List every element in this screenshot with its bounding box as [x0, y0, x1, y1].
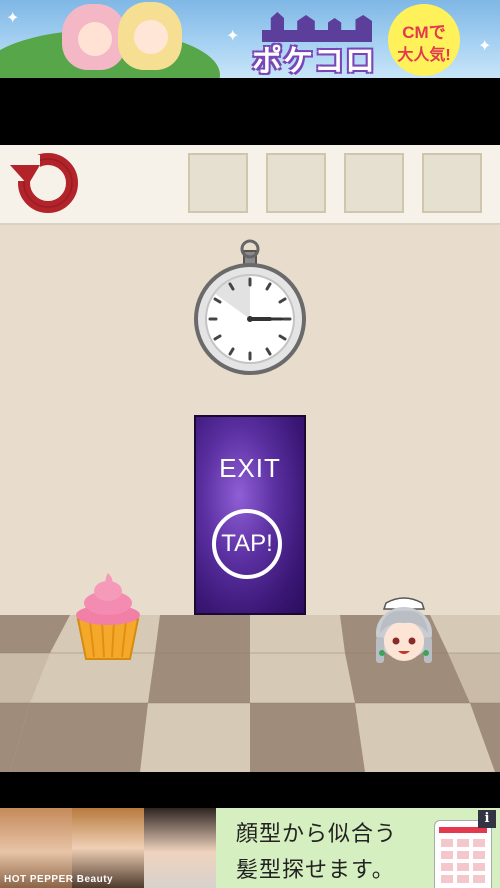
ad-character-face: [78, 22, 112, 56]
inventory-slot-3[interactable]: [344, 153, 404, 213]
tap-button[interactable]: TAP!: [212, 509, 282, 579]
cupcake-item[interactable]: [72, 569, 144, 663]
ad-brand-logo: HOT PEPPER Beauty: [4, 874, 114, 885]
exit-door[interactable]: EXIT TAP!: [194, 415, 306, 615]
ad-phone-graphic: [434, 820, 492, 888]
game-scene: EXIT TAP!: [0, 145, 500, 772]
maid-character-icon: [376, 597, 432, 663]
game-toolbar: [0, 145, 500, 225]
phone-screen-icon: [439, 827, 487, 883]
ad-logo: ポケコロ: [252, 45, 376, 78]
star-icon: ✦: [226, 28, 240, 45]
star-icon: ✦: [6, 10, 20, 27]
ad-copy-line1: 顔型から似合う: [236, 821, 398, 846]
stopwatch[interactable]: [192, 239, 308, 379]
exit-label: EXIT: [219, 453, 281, 483]
cupcake-icon: [76, 573, 140, 660]
star-icon: ✦: [478, 38, 492, 55]
ad-info-icon[interactable]: i: [478, 810, 496, 828]
ad-copy-line2: 髪型探せます。: [236, 857, 395, 882]
reset-arrow-icon: [10, 153, 78, 213]
ad-character-face: [134, 20, 168, 54]
ad-model-photo: [144, 808, 216, 888]
inventory-slot-2[interactable]: [266, 153, 326, 213]
maid-character[interactable]: [372, 593, 436, 675]
reset-button[interactable]: [6, 149, 84, 217]
inventory-slot-1[interactable]: [188, 153, 248, 213]
ad-badge-line1: CMで: [402, 23, 446, 42]
bottom-ad-banner[interactable]: HOT PEPPER Beauty 顔型から似合う 髪型探せます。: [0, 808, 500, 888]
stopwatch-icon: [194, 239, 306, 375]
top-ad-banner[interactable]: ポケコロ CMで 大人気! ✦ ✦ ✦: [0, 0, 500, 78]
inventory-slot-4[interactable]: [422, 153, 482, 213]
ad-badge: CMで 大人気!: [388, 4, 460, 76]
ad-badge-line2: 大人気!: [397, 47, 451, 64]
